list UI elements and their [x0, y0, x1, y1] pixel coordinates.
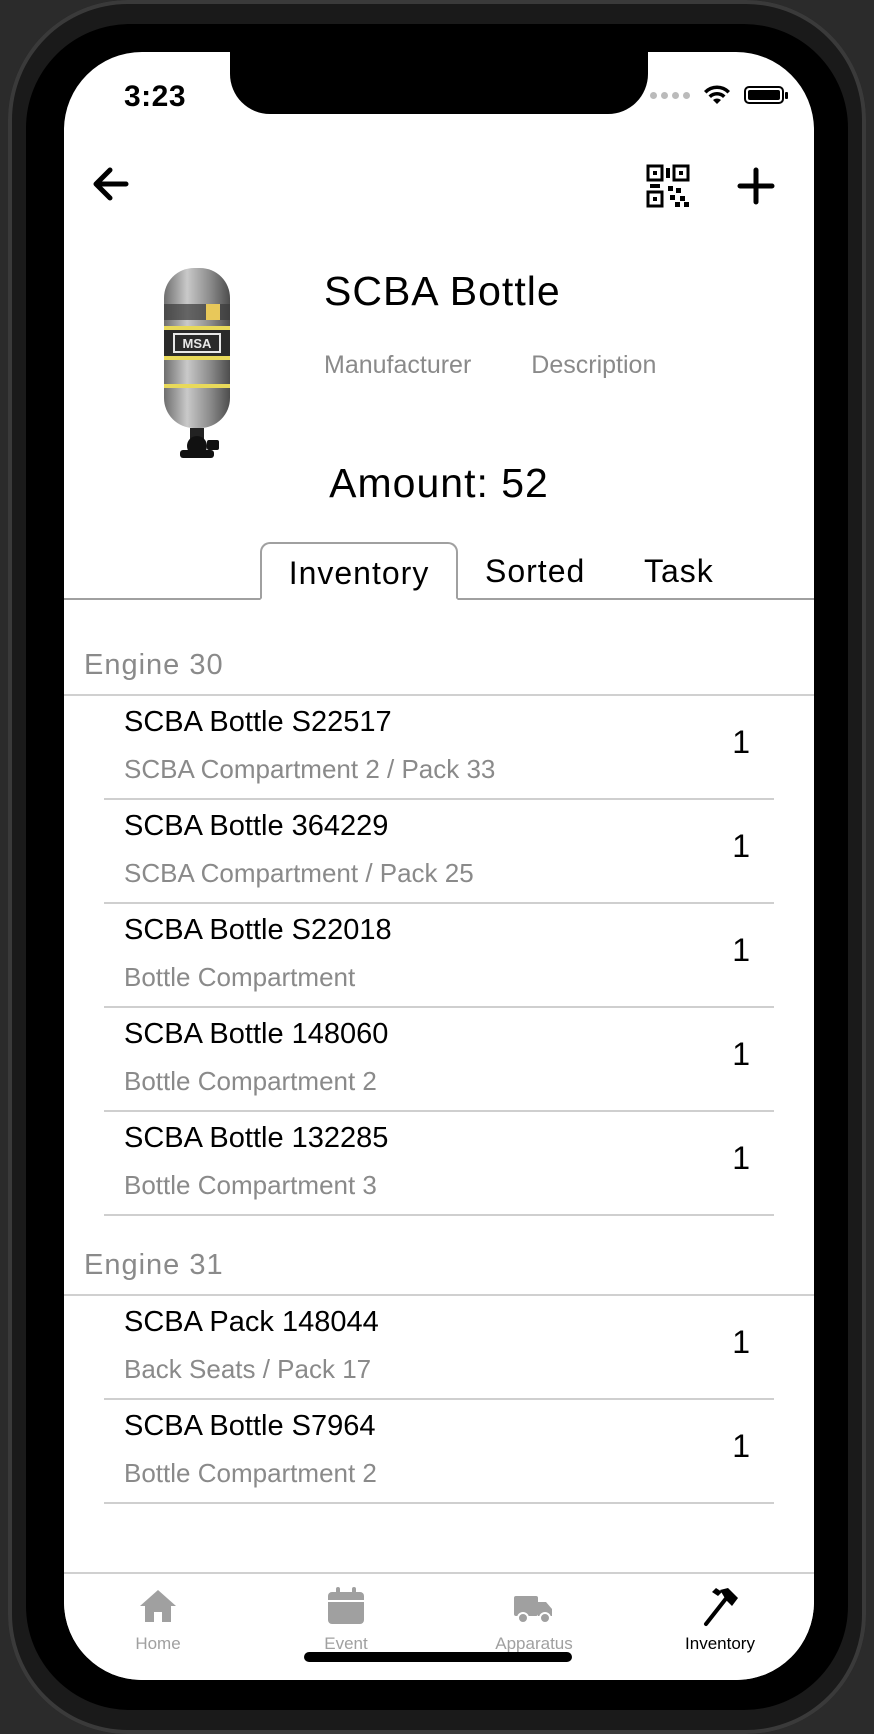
item-location: SCBA Compartment / Pack 25 [124, 858, 474, 888]
list-item[interactable]: SCBA Bottle 364229 SCBA Compartment / Pa… [64, 800, 814, 904]
inventory-list[interactable]: Engine 30 SCBA Bottle S22517 SCBA Compar… [64, 600, 814, 1572]
calendar-icon [328, 1587, 364, 1624]
tabbar-apparatus[interactable]: Apparatus [440, 1584, 628, 1654]
list-item[interactable]: SCBA Bottle 132285 Bottle Compartment 3 … [64, 1112, 814, 1216]
item-title: SCBA Bottle S22018 [124, 914, 392, 946]
bottom-tab-bar: Home Event Apparatus Inventory [64, 1572, 814, 1680]
description-label: Description [531, 351, 657, 379]
item-title: SCBA Bottle 364229 [124, 810, 389, 842]
tabbar-label: Home [135, 1634, 181, 1653]
item-count: 1 [732, 1428, 750, 1464]
product-title: SCBA Bottle [324, 268, 561, 314]
tabbar-label: Apparatus [495, 1634, 573, 1653]
section-title: Engine 30 [84, 649, 224, 681]
item-count: 1 [732, 724, 750, 760]
list-item[interactable]: SCBA Bottle 148060 Bottle Compartment 2 … [64, 1008, 814, 1112]
axe-icon [704, 1588, 738, 1626]
section-header: Engine 30 [64, 600, 814, 696]
tab-sorted[interactable]: Sorted [485, 542, 585, 598]
home-icon [140, 1590, 176, 1622]
scba-bottle-image: MSA [164, 268, 230, 458]
status-indicators [650, 84, 788, 106]
item-location: SCBA Compartment 2 / Pack 33 [124, 754, 496, 784]
item-count: 1 [732, 1324, 750, 1360]
tabbar-inventory[interactable]: Inventory [626, 1584, 814, 1654]
tabbar-label: Inventory [685, 1634, 755, 1653]
tab-inventory[interactable]: Inventory [260, 542, 458, 600]
list-item[interactable]: SCBA Bottle S7964 Bottle Compartment 2 1 [64, 1400, 814, 1504]
qr-scan-button[interactable] [646, 164, 690, 208]
screen: 3:23 MSA SCBA Bottle Manufacturer Descri… [64, 52, 814, 1680]
status-time: 3:23 [124, 80, 187, 113]
tabbar-event[interactable]: Event [252, 1584, 440, 1654]
notch [230, 52, 648, 114]
tabbar-home[interactable]: Home [64, 1584, 252, 1654]
manufacturer-label: Manufacturer [324, 351, 472, 379]
list-item[interactable]: SCBA Pack 148044 Back Seats / Pack 17 1 [64, 1296, 814, 1400]
item-count: 1 [732, 1140, 750, 1176]
item-count: 1 [732, 828, 750, 864]
list-item[interactable]: SCBA Bottle S22018 Bottle Compartment 1 [64, 904, 814, 1008]
section-title: Engine 31 [84, 1249, 224, 1281]
item-title: SCBA Bottle 148060 [124, 1018, 389, 1050]
item-location: Bottle Compartment 2 [124, 1066, 377, 1096]
wifi-icon [704, 85, 730, 104]
svg-text:MSA: MSA [183, 336, 213, 351]
item-count: 1 [732, 1036, 750, 1072]
qr-code-icon [646, 164, 690, 208]
battery-icon [744, 86, 788, 104]
plus-icon [737, 167, 775, 205]
item-location: Back Seats / Pack 17 [124, 1354, 372, 1384]
tab-task[interactable]: Task [644, 542, 714, 598]
product-meta: Manufacturer Description [324, 351, 656, 380]
list-item[interactable]: SCBA Bottle S22517 SCBA Compartment 2 / … [64, 696, 814, 800]
section-header: Engine 31 [64, 1216, 814, 1296]
item-count: 1 [732, 932, 750, 968]
item-title: SCBA Pack 148044 [124, 1306, 379, 1338]
segment-tabs: Inventory Sorted Task [64, 542, 814, 600]
item-location: Bottle Compartment 2 [124, 1458, 377, 1488]
item-title: SCBA Bottle 132285 [124, 1122, 389, 1154]
item-title: SCBA Bottle S7964 [124, 1410, 376, 1442]
cellular-signal-icon [650, 91, 690, 99]
add-button[interactable] [734, 164, 778, 208]
item-title: SCBA Bottle S22517 [124, 706, 392, 738]
amount-total: Amount: 52 [329, 460, 549, 506]
arrow-left-icon [93, 167, 129, 201]
back-button[interactable] [88, 162, 132, 206]
item-location: Bottle Compartment [124, 962, 356, 992]
truck-icon [514, 1596, 552, 1624]
tabbar-label: Event [324, 1634, 368, 1653]
item-location: Bottle Compartment 3 [124, 1170, 377, 1200]
home-indicator [304, 1652, 572, 1662]
